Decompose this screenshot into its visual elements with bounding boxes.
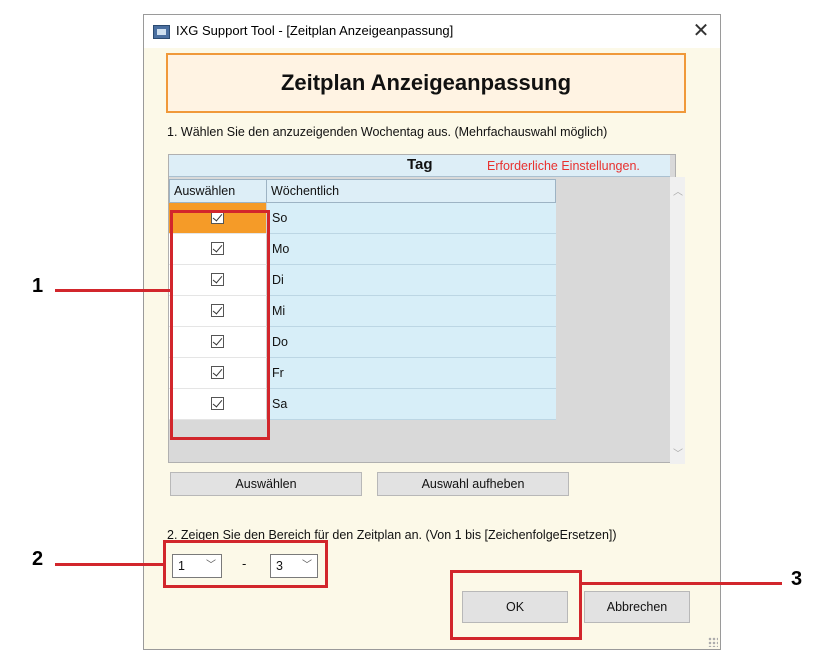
weekday-cell: Di <box>267 265 556 296</box>
callout-line-2 <box>55 563 163 566</box>
select-all-button[interactable]: Auswählen <box>170 472 362 496</box>
column-header-weekly[interactable]: Wöchentlich <box>266 179 556 203</box>
scroll-up-icon[interactable]: ︿ <box>673 183 683 198</box>
callout-number-3: 3 <box>791 568 803 590</box>
step1-label: 1. Wählen Sie den anzuzeigenden Wochenta… <box>167 125 608 139</box>
page-heading-banner: Zeitplan Anzeigeanpassung <box>166 53 686 113</box>
window-title: IXG Support Tool - [Zeitplan Anzeigeanpa… <box>176 23 454 38</box>
grid-scrollbar[interactable]: ︿ ﹀ <box>670 177 685 464</box>
weekday-cell: Mo <box>267 234 556 265</box>
page-title: Zeitplan Anzeigeanpassung <box>280 70 572 95</box>
deselect-all-button[interactable]: Auswahl aufheben <box>377 472 569 496</box>
title-bar: IXG Support Tool - [Zeitplan Anzeigeanpa… <box>144 15 720 48</box>
resize-grip[interactable] <box>708 637 718 647</box>
scroll-down-icon[interactable]: ﹀ <box>673 445 683 460</box>
grid-group-header: Tag Erforderliche Einstellungen. <box>169 155 670 177</box>
weekday-cell: Fr <box>267 358 556 389</box>
weekday-cell: So <box>267 203 556 234</box>
callout-box-1 <box>170 210 270 440</box>
callout-number-2: 2 <box>32 548 44 570</box>
callout-line-3 <box>582 582 782 585</box>
close-icon[interactable]: ✕ <box>686 17 716 45</box>
cancel-button[interactable]: Abbrechen <box>584 591 690 623</box>
callout-box-3 <box>450 570 582 640</box>
required-settings-note: Erforderliche Einstellungen. <box>487 159 640 173</box>
column-header-select[interactable]: Auswählen <box>169 179 267 203</box>
weekday-cell: Mi <box>267 296 556 327</box>
callout-box-2 <box>163 540 328 588</box>
weekday-cell: Do <box>267 327 556 358</box>
group-header-tag: Tag <box>407 156 433 173</box>
callout-number-1: 1 <box>32 275 44 297</box>
weekday-cell: Sa <box>267 389 556 420</box>
callout-line-1 <box>55 289 170 292</box>
app-icon <box>153 25 170 39</box>
